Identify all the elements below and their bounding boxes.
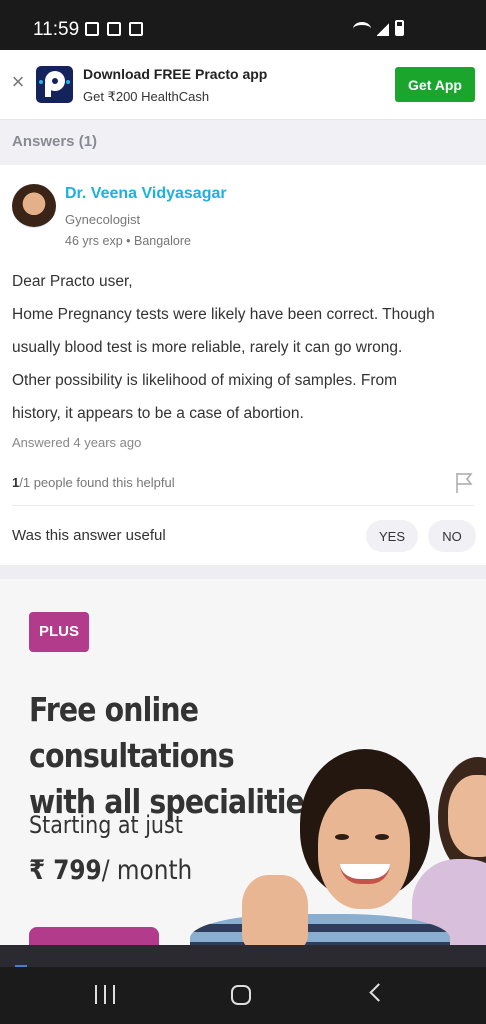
report-flag-icon[interactable] — [455, 472, 473, 494]
useful-question: Was this answer useful — [12, 527, 166, 544]
answer-line: history, it appears to be a case of abor… — [12, 405, 304, 422]
system-nav-bar — [0, 967, 486, 1024]
promo-cta-button[interactable] — [29, 927, 159, 945]
answer-line: usually blood test is more reliable, rar… — [12, 339, 403, 356]
answer-line: Home Pregnancy tests were likely have be… — [12, 306, 435, 323]
promo-starting-text: Starting at just — [29, 811, 183, 839]
promo-price-value: ₹ 799 — [29, 855, 102, 886]
browser-toolbar — [0, 945, 486, 967]
answer-card: Dr. Veena Vidyasagar Gynecologist 46 yrs… — [0, 165, 486, 565]
get-app-button[interactable]: Get App — [395, 67, 475, 102]
plus-badge: PLUS — [29, 612, 89, 652]
doctor-name-link[interactable]: Dr. Veena Vidyasagar — [65, 185, 227, 203]
useful-no-button[interactable]: NO — [428, 520, 476, 552]
banner-title: Download FREE Practo app — [83, 66, 268, 82]
useful-yes-button[interactable]: YES — [366, 520, 418, 552]
recent-apps-icon[interactable] — [95, 985, 115, 1004]
doctor-specialty: Gynecologist — [65, 212, 141, 227]
wifi-icon — [353, 22, 371, 36]
camera-icon — [129, 22, 143, 36]
promo-headline: Free online consultations with all speci… — [29, 687, 339, 825]
close-icon[interactable]: × — [9, 71, 27, 93]
back-icon[interactable] — [369, 983, 388, 1002]
answer-line: Other possibility is likelihood of mixin… — [12, 372, 398, 389]
helpful-count-text: /1 people found this helpful — [19, 475, 175, 490]
status-icons-right — [353, 20, 404, 36]
answers-header: Answers (1) — [0, 120, 486, 165]
divider — [12, 505, 474, 506]
helpful-count: 1/1 people found this helpful — [12, 475, 175, 490]
promo-headline-line: Free online consultations — [29, 690, 235, 775]
promo-price: ₹ 799/ month — [29, 855, 192, 886]
doctor-avatar[interactable] — [12, 184, 56, 228]
battery-icon — [395, 20, 404, 36]
app-install-banner: × Download FREE Practo app Get ₹200 Heal… — [0, 50, 486, 120]
signal-icon — [377, 22, 389, 36]
doctor-experience-location: 46 yrs exp • Bangalore — [65, 234, 191, 248]
status-time: 11:59 — [33, 19, 80, 40]
section-gap — [0, 565, 486, 579]
home-icon[interactable] — [231, 985, 251, 1005]
image-icon — [107, 22, 121, 36]
status-bar: 11:59 — [0, 0, 486, 50]
plus-promo-banner[interactable]: PLUS Free online consultations with all … — [0, 579, 486, 945]
answered-time: Answered 4 years ago — [12, 435, 142, 450]
answer-line: Dear Practo user, — [12, 273, 133, 290]
answers-count-label: Answers (1) — [12, 133, 98, 150]
status-icons-left — [85, 22, 143, 36]
banner-subtitle: Get ₹200 HealthCash — [83, 89, 210, 104]
practo-logo — [36, 66, 73, 103]
answer-body: Dear Practo user, Home Pregnancy tests w… — [12, 265, 478, 430]
calendar-icon — [85, 22, 99, 36]
promo-price-period: / month — [101, 855, 193, 886]
